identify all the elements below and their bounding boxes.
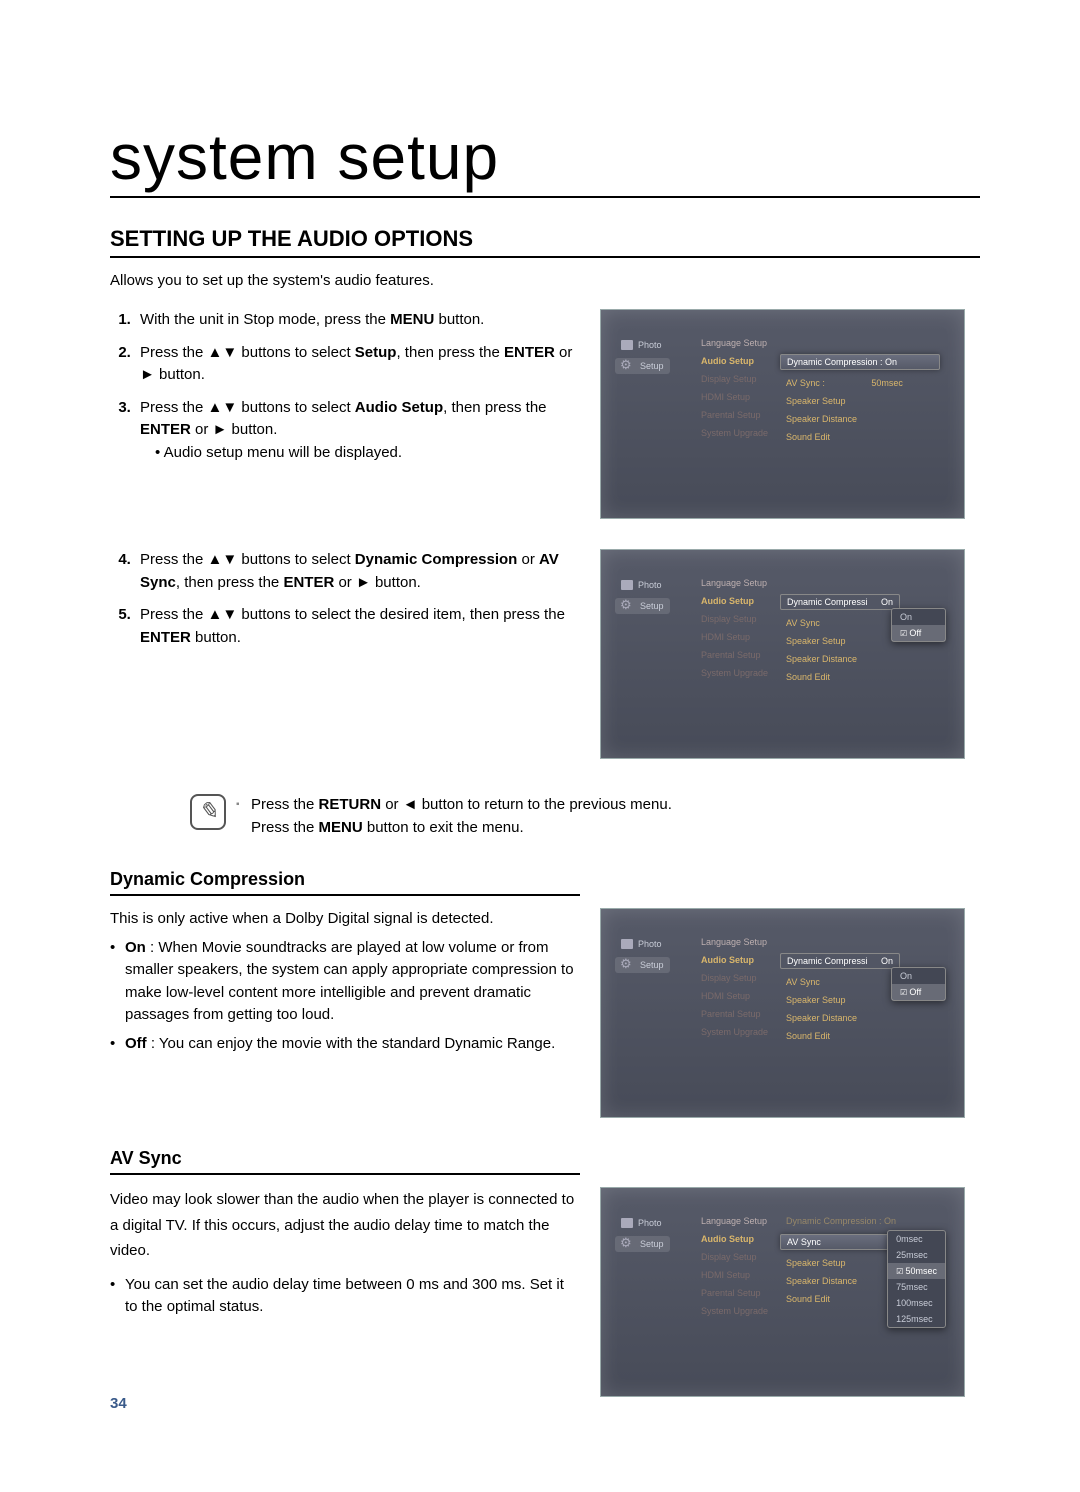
side-setup: Setup (615, 358, 670, 374)
m3-spkdist: Speaker Distance (786, 414, 940, 424)
m3-soundedit: Sound Edit (786, 432, 940, 442)
photo-icon (621, 1218, 633, 1228)
step-3-sub: • Audio setup menu will be displayed. (140, 442, 580, 465)
m3-spksetup: Speaker Setup (786, 396, 940, 406)
menu-screenshot-1: Photo Setup Language Setup Audio Setup D… (600, 309, 965, 519)
av-p1: Video may look slower than the audio whe… (110, 1187, 580, 1264)
step-5: Press the ▲▼ buttons to select the desir… (135, 604, 580, 649)
photo-icon (621, 939, 633, 949)
gear-icon (621, 360, 635, 372)
m2-hdmi: HDMI Setup (701, 392, 768, 402)
page-title: system setup (110, 120, 980, 198)
subsection-dyncomp: Dynamic Compression (110, 869, 580, 896)
dropdown-onoff-2: On Off (891, 967, 946, 1001)
photo-icon (621, 340, 633, 350)
dropdown-avsync: 0msec 25msec 50msec 75msec 100msec 125ms… (887, 1230, 946, 1328)
dyn-on: On : When Movie soundtracks are played a… (110, 937, 580, 1027)
m3-avsync: AV Sync : 50msec (786, 378, 940, 388)
subsection-avsync: AV Sync (110, 1148, 580, 1175)
m2-audio: Audio Setup (701, 356, 768, 366)
av-b1: You can set the audio delay time between… (110, 1274, 580, 1319)
side-photo: Photo (615, 338, 670, 352)
gear-icon (621, 1238, 635, 1250)
menu-screenshot-2: Photo Setup Language Setup Audio Setup D… (600, 549, 965, 759)
m3-dyncomp: Dynamic Compression : On (780, 354, 940, 370)
m3-dyncomp-sel: Dynamic CompressiOn (780, 594, 900, 610)
m2-upgrade: System Upgrade (701, 428, 768, 438)
gear-icon (621, 959, 635, 971)
dyn-off: Off : You can enjoy the movie with the s… (110, 1033, 580, 1056)
m2-lang: Language Setup (701, 338, 768, 348)
note-icon: ✎ (190, 794, 226, 830)
m2-display: Display Setup (701, 374, 768, 384)
photo-icon (621, 580, 633, 590)
section-heading: SETTING UP THE AUDIO OPTIONS (110, 226, 980, 258)
dyn-intro: This is only active when a Dolby Digital… (110, 908, 580, 931)
menu-screenshot-3: Photo Setup Language Setup Audio Setup D… (600, 908, 965, 1118)
step-1: With the unit in Stop mode, press the ME… (135, 309, 580, 332)
gear-icon (621, 600, 635, 612)
intro-text: Allows you to set up the system's audio … (110, 272, 980, 289)
note-line-1: Press the RETURN or ◄ button to return t… (236, 794, 672, 839)
step-2: Press the ▲▼ buttons to select Setup, th… (135, 342, 580, 387)
page-number: 34 (110, 1395, 127, 1412)
menu-screenshot-4: Photo Setup Language Setup Audio Setup D… (600, 1187, 965, 1397)
dropdown-onoff: On Off (891, 608, 946, 642)
step-4: Press the ▲▼ buttons to select Dynamic C… (135, 549, 580, 594)
step-3: Press the ▲▼ buttons to select Audio Set… (135, 397, 580, 465)
m2-parental: Parental Setup (701, 410, 768, 420)
